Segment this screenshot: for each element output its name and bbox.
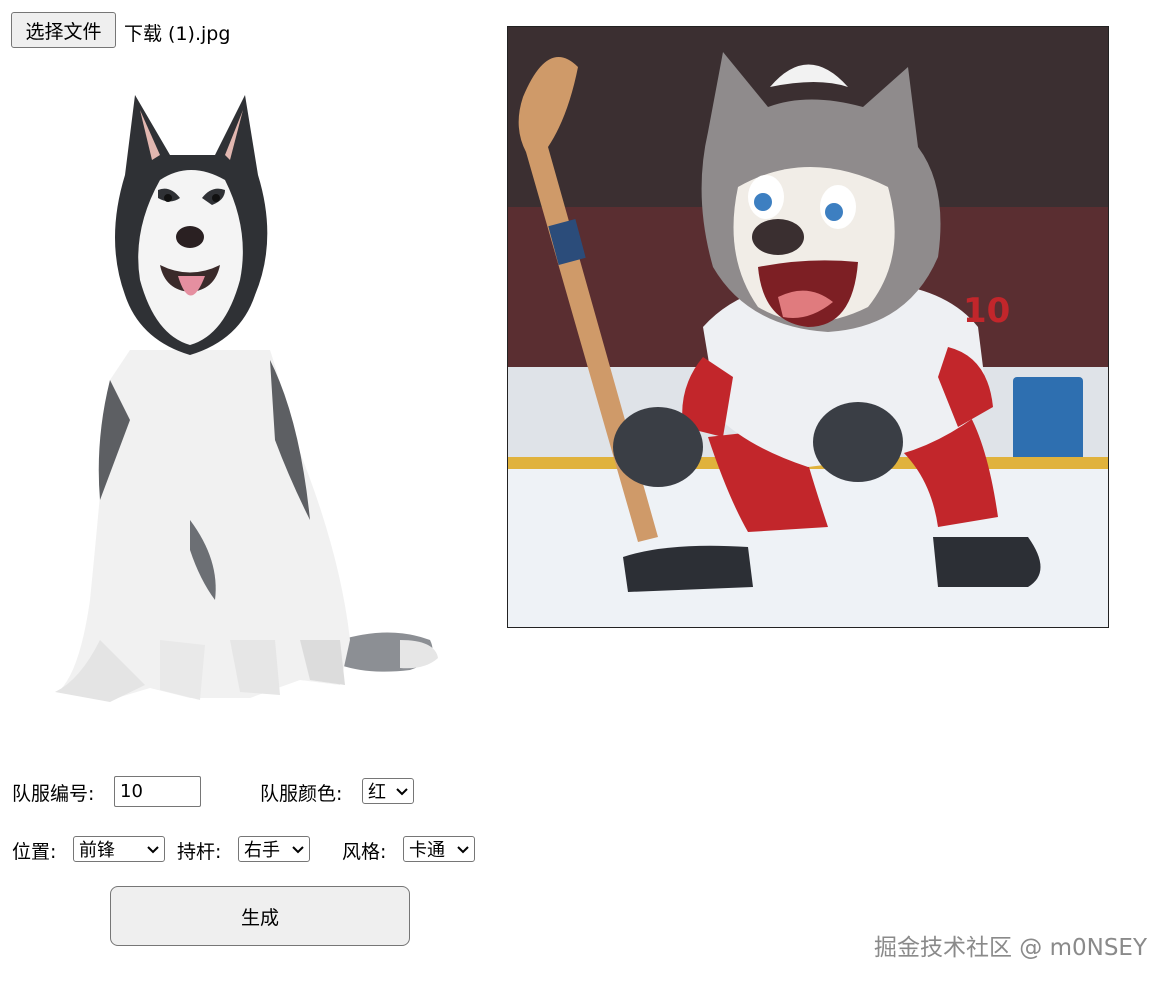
- jersey-number-mark: 10: [963, 291, 1010, 331]
- chevron-down-icon: [147, 846, 159, 854]
- chevron-down-icon: [292, 846, 304, 854]
- generate-button[interactable]: 生成: [110, 886, 410, 946]
- stick-hand-value: 右手: [244, 840, 280, 861]
- style-select[interactable]: 卡通: [403, 836, 475, 862]
- jersey-color-value: 红: [368, 782, 386, 803]
- selected-file-name: 下载 (1).jpg: [124, 23, 231, 45]
- stick-hand-select[interactable]: 右手: [238, 836, 310, 862]
- jersey-color-select[interactable]: 红: [362, 778, 414, 804]
- chevron-down-icon: [396, 788, 408, 796]
- stick-hand-label: 持杆:: [177, 841, 222, 863]
- position-label: 位置:: [12, 841, 57, 863]
- style-value: 卡通: [409, 840, 445, 861]
- hockey-wolf-mascot: 10: [508, 27, 1108, 627]
- position-value: 前锋: [79, 840, 115, 861]
- jersey-color-label: 队服颜色:: [260, 783, 343, 805]
- jersey-number-input[interactable]: [114, 776, 201, 807]
- result-image-frame: 10: [507, 26, 1109, 628]
- style-label: 风格:: [342, 841, 387, 863]
- chevron-down-icon: [457, 846, 469, 854]
- watermark: 掘金技术社区 @ m0NSEY: [873, 935, 1147, 961]
- jersey-number-label: 队服编号:: [12, 783, 95, 805]
- position-select[interactable]: 前锋: [73, 836, 165, 862]
- choose-file-button[interactable]: 选择文件: [11, 12, 116, 48]
- husky-photo: [55, 95, 438, 702]
